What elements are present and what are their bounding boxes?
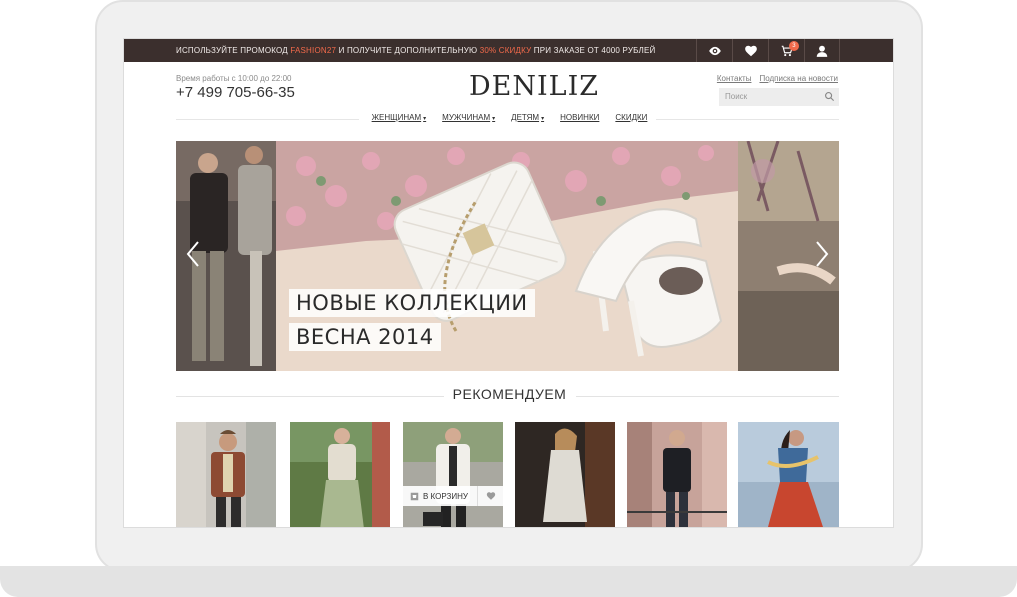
header-links: Контакты Подписка на новости	[717, 74, 838, 83]
eye-icon	[708, 46, 721, 55]
heart-icon	[744, 45, 757, 56]
favorites-button[interactable]	[732, 39, 768, 62]
user-icon	[816, 45, 828, 57]
promo-discount: 30% СКИДКУ	[479, 46, 532, 55]
product-image	[627, 422, 727, 527]
nav-item-kids[interactable]: ДЕТЯМ ▾	[511, 113, 544, 122]
chevron-down-icon: ▾	[541, 116, 545, 122]
add-to-cart-label: В КОРЗИНУ	[423, 491, 468, 501]
viewed-button[interactable]	[696, 39, 732, 62]
main-nav: ЖЕНЩИНАМ ▾ МУЖЧИНАМ ▾ ДЕТЯМ ▾ НОВИНКИ СКИДК…	[124, 113, 893, 122]
nav-item-new-label: НОВИНКИ	[560, 113, 600, 122]
chevron-down-icon: ▾	[423, 116, 427, 122]
contacts-link[interactable]: Контакты	[717, 74, 752, 83]
search-input[interactable]: Поиск	[719, 88, 839, 106]
add-to-favorites-button[interactable]	[477, 486, 503, 506]
product-image	[290, 422, 390, 527]
product-card[interactable]	[176, 422, 276, 527]
product-card[interactable]: В КОРЗИНУ	[403, 422, 503, 527]
working-hours: Время работы с 10:00 до 22:00	[176, 74, 292, 83]
cart-count-badge: 3	[789, 41, 799, 51]
hero-caption-line1: НОВЫЕ КОЛЛЕКЦИИ	[289, 289, 535, 317]
newsletter-link[interactable]: Подписка на новости	[759, 74, 838, 83]
site-logo[interactable]: DENILIZ	[469, 71, 599, 102]
browser-screen: ИСПОЛЬЗУЙТЕ ПРОМОКОД FASHION27 И ПОЛУЧИТ…	[123, 38, 894, 528]
product-card[interactable]	[515, 422, 615, 527]
nav-item-women-label: ЖЕНЩИНАМ	[371, 113, 422, 122]
product-row: В КОРЗИНУ	[176, 422, 839, 527]
phone-number[interactable]: +7 499 705-66-35	[176, 84, 295, 101]
cart-icon	[410, 492, 419, 500]
product-image	[738, 422, 839, 527]
promo-code: FASHION27	[290, 46, 337, 55]
account-button[interactable]	[804, 39, 840, 62]
product-image	[403, 422, 503, 527]
slider-next-arrow-icon[interactable]	[815, 241, 829, 267]
header-icons: 3	[696, 39, 840, 62]
nav-item-sale-label: СКИДКИ	[615, 113, 648, 122]
heart-icon	[486, 492, 495, 500]
cart-button[interactable]: 3	[768, 39, 804, 62]
laptop-base	[0, 566, 1017, 597]
product-card[interactable]	[290, 422, 390, 527]
nav-item-men-label: МУЖЧИНАМ	[442, 113, 491, 122]
hero-slider: НОВЫЕ КОЛЛЕКЦИИ ВЕСНА 2014	[176, 141, 839, 371]
promo-text-end: ПРИ ЗАКАЗЕ ОТ 4000 РУБЛЕЙ	[531, 46, 656, 55]
nav-item-women[interactable]: ЖЕНЩИНАМ ▾	[372, 113, 427, 122]
promo-text: ИСПОЛЬЗУЙТЕ ПРОМОКОД FASHION27 И ПОЛУЧИТ…	[176, 46, 656, 55]
promo-bar: ИСПОЛЬЗУЙТЕ ПРОМОКОД FASHION27 И ПОЛУЧИТ…	[124, 39, 893, 62]
product-image	[176, 422, 276, 527]
product-card[interactable]	[627, 422, 727, 527]
search-icon[interactable]	[824, 91, 835, 102]
product-image	[515, 422, 615, 527]
hero-caption-line2: ВЕСНА 2014	[289, 323, 441, 351]
nav-item-new[interactable]: НОВИНКИ	[560, 113, 599, 122]
add-to-cart-button[interactable]: В КОРЗИНУ	[403, 486, 477, 506]
nav-item-kids-label: ДЕТЯМ	[511, 113, 540, 122]
section-title-recommend: РЕКОМЕНДУЕМ	[452, 386, 567, 402]
nav-item-men[interactable]: МУЖЧИНАМ ▾	[442, 113, 495, 122]
nav-item-sale[interactable]: СКИДКИ	[615, 113, 647, 122]
search-placeholder: Поиск	[725, 92, 748, 101]
promo-text-start: ИСПОЛЬЗУЙТЕ ПРОМОКОД	[176, 46, 291, 55]
quick-actions-bar: В КОРЗИНУ	[403, 486, 503, 506]
slider-prev-arrow-icon[interactable]	[186, 241, 200, 267]
chevron-down-icon: ▾	[492, 116, 496, 122]
promo-text-middle: И ПОЛУЧИТЕ ДОПОЛНИТЕЛЬНУЮ	[336, 46, 480, 55]
product-card[interactable]	[738, 422, 839, 527]
